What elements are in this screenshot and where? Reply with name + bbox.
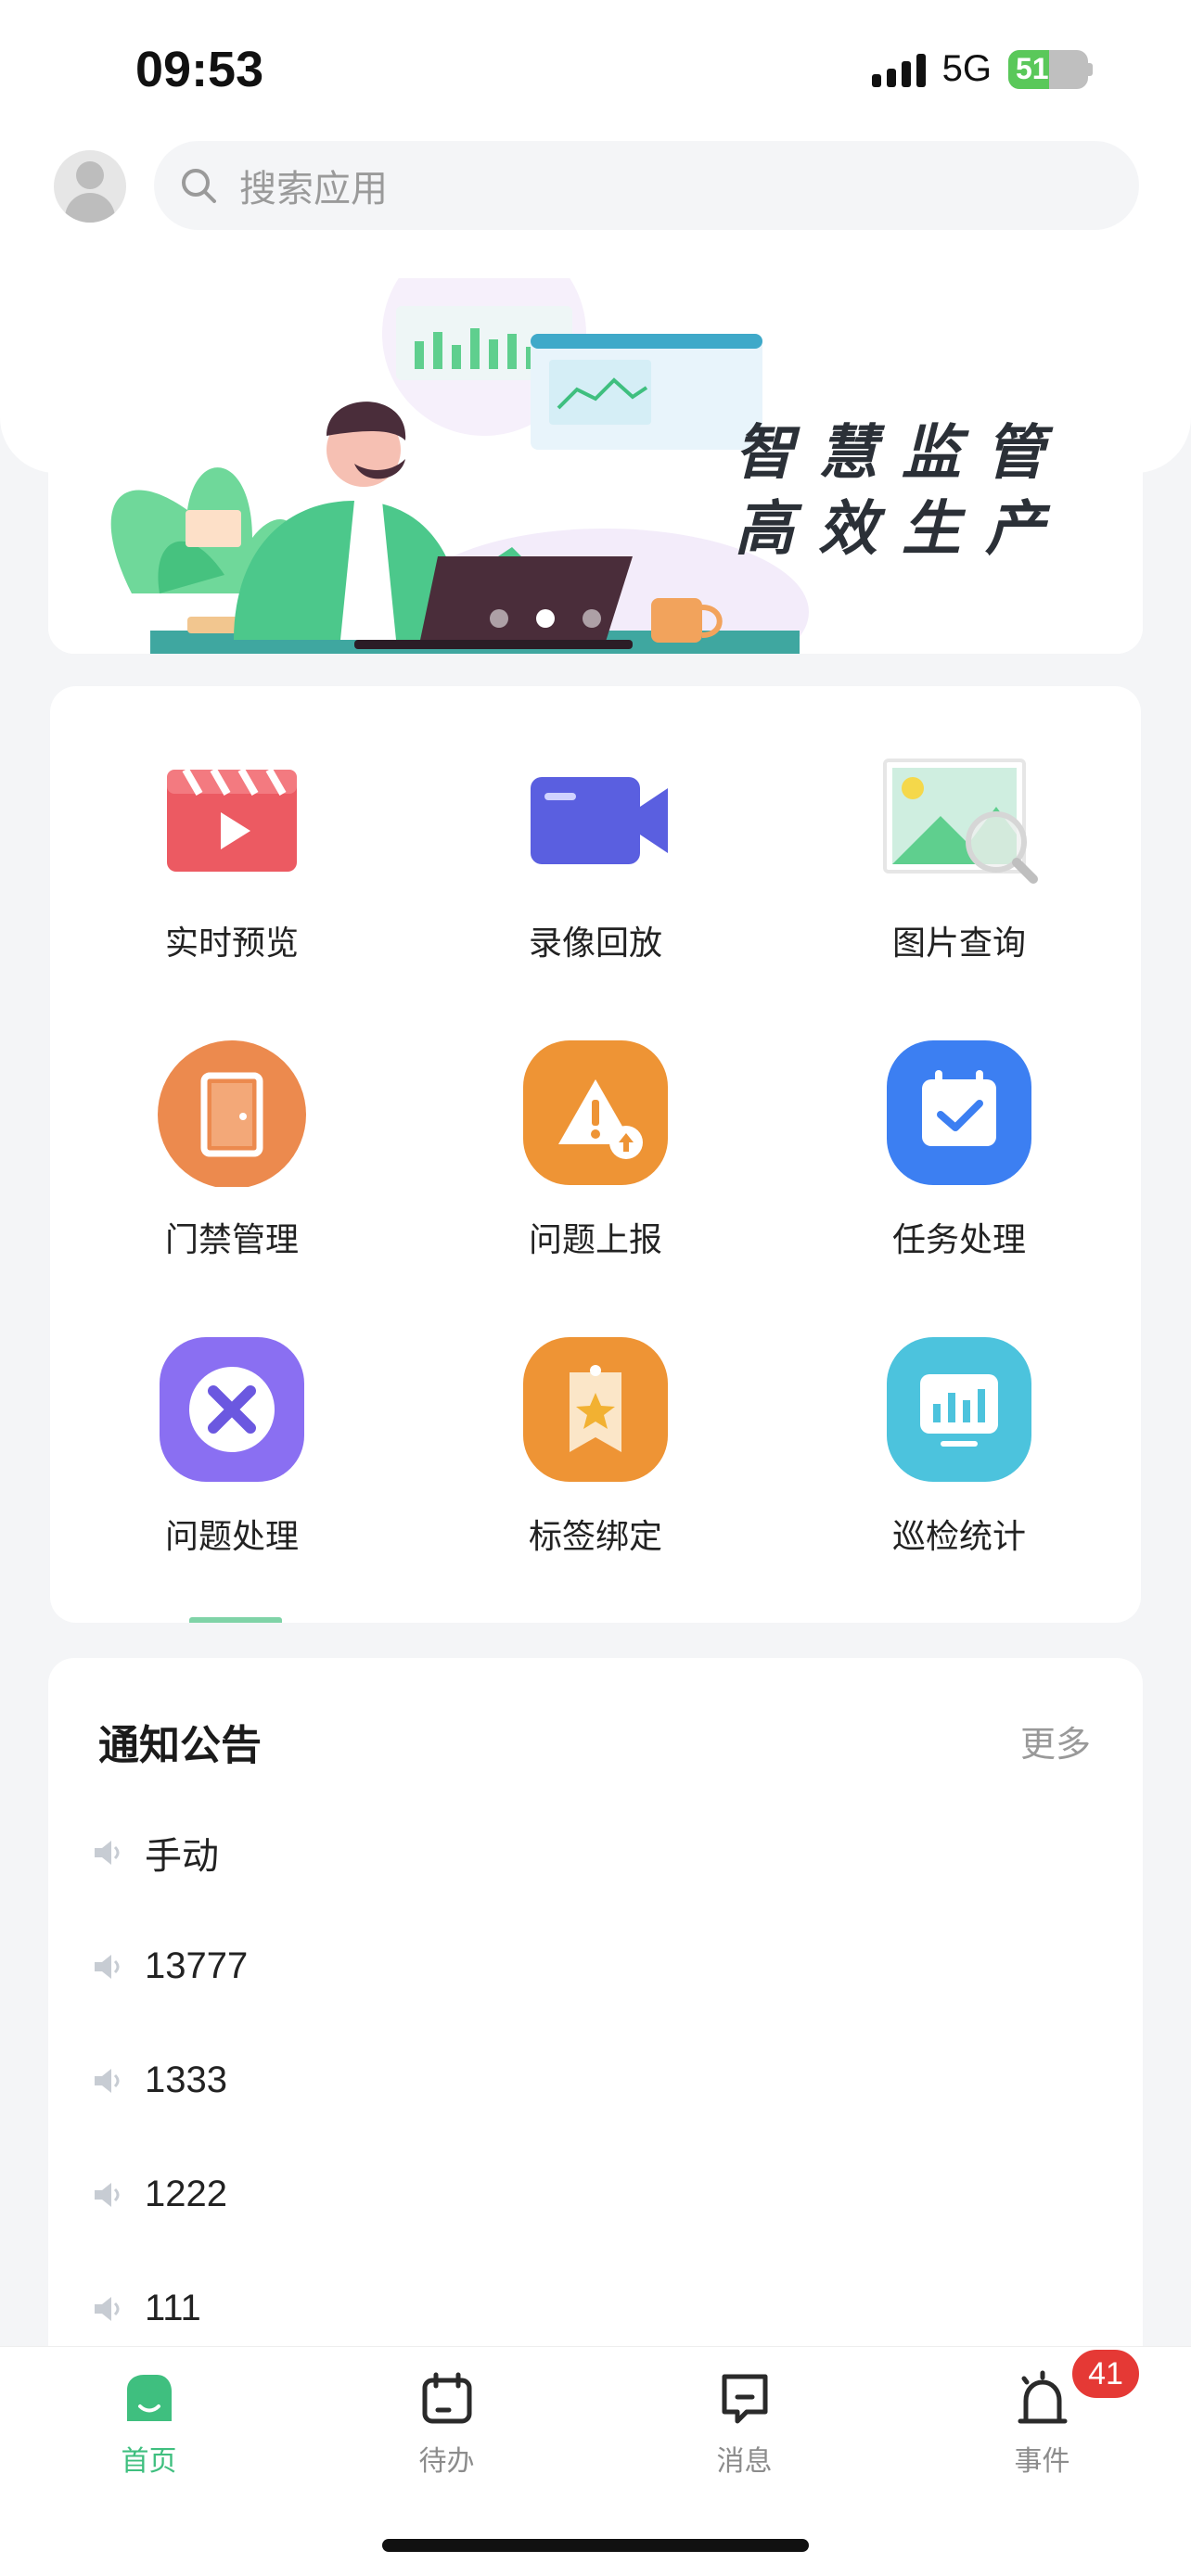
carousel-dot[interactable] — [490, 609, 508, 628]
tab-events[interactable]: 事件 41 — [893, 2347, 1191, 2479]
tag-star-icon — [512, 1335, 679, 1484]
notice-item[interactable]: 手动 — [91, 1795, 1093, 1909]
status-indicators: 5G 51 — [871, 48, 1093, 90]
tab-label: 首页 — [121, 2445, 177, 2478]
app-label: 标签绑定 — [528, 1518, 662, 1556]
app-report-issue[interactable]: 问题上报 — [414, 1039, 777, 1261]
speaker-icon — [95, 1954, 120, 1979]
speaker-icon — [95, 2182, 120, 2207]
tab-todo[interactable]: 待办 — [298, 2347, 596, 2479]
video-clapper-icon — [148, 742, 315, 890]
app-realtime-preview[interactable]: 实时预览 — [50, 742, 414, 964]
tab-label: 消息 — [716, 2445, 773, 2478]
tab-home[interactable]: 首页 — [0, 2347, 298, 2479]
notice-text: 111 — [145, 2288, 201, 2328]
grid-scroll-indicator — [189, 1617, 282, 1623]
tab-label: 待办 — [418, 2445, 475, 2478]
calendar-check-icon — [876, 1039, 1043, 1187]
app-task-handling[interactable]: 任务处理 — [777, 1039, 1141, 1261]
battery-icon: 51 — [1008, 49, 1088, 89]
battery-level: 51 — [1016, 52, 1049, 85]
chart-monitor-icon — [876, 1335, 1043, 1484]
app-label: 图片查询 — [891, 925, 1026, 963]
notice-item[interactable]: 1333 — [91, 2023, 1093, 2137]
search-icon — [182, 169, 216, 203]
banner-slogan-line1: 智慧监管 — [735, 419, 1069, 488]
banner-slogan: 智慧监管 高效生产 — [735, 415, 1069, 567]
door-icon — [148, 1039, 315, 1187]
app-image-query[interactable]: 图片查询 — [777, 742, 1141, 964]
notice-text: 1333 — [145, 2060, 227, 2100]
notice-title: 通知公告 — [98, 1722, 262, 1769]
app-grid: 实时预览 录像回放 图片查询 门禁管理 问题上报 任务处理 问题处理 标签绑定 … — [50, 742, 1141, 1558]
search-input[interactable]: 搜索应用 — [154, 141, 1139, 230]
signal-icon — [871, 52, 926, 87]
carousel-dot-active[interactable] — [536, 609, 555, 628]
app-tag-binding[interactable]: 标签绑定 — [414, 1335, 777, 1558]
video-camera-icon — [512, 742, 679, 890]
speaker-icon — [95, 2068, 120, 2093]
notice-list: 手动 13777 1333 1222 111 — [91, 1795, 1093, 2366]
home-indicator[interactable] — [382, 2539, 809, 2552]
notice-item[interactable]: 13777 — [91, 1909, 1093, 2023]
carousel-dot[interactable] — [583, 609, 601, 628]
tab-messages[interactable]: 消息 — [596, 2347, 893, 2479]
app-label: 录像回放 — [528, 925, 662, 963]
alarm-bell-icon — [1018, 2370, 1067, 2424]
status-time: 09:53 — [135, 42, 264, 97]
status-bar: 09:53 5G 51 — [0, 0, 1191, 139]
warning-upload-icon — [512, 1039, 679, 1187]
app-label: 实时预览 — [164, 925, 299, 963]
tools-icon — [148, 1335, 315, 1484]
speaker-icon — [95, 1840, 120, 1865]
speaker-icon — [95, 2296, 120, 2321]
app-label: 门禁管理 — [164, 1221, 299, 1259]
app-issue-handling[interactable]: 问题处理 — [50, 1335, 414, 1558]
search-placeholder: 搜索应用 — [239, 168, 388, 210]
todo-calendar-icon — [422, 2372, 471, 2424]
notice-item[interactable]: 1222 — [91, 2137, 1093, 2251]
notice-card: 通知公告 更多 手动 13777 1333 1222 111 — [48, 1658, 1143, 2381]
app-label: 任务处理 — [891, 1221, 1026, 1259]
notice-more-link[interactable]: 更多 — [1020, 1715, 1091, 1766]
app-grid-card: 实时预览 录像回放 图片查询 门禁管理 问题上报 任务处理 问题处理 标签绑定 … — [50, 686, 1141, 1623]
app-label: 巡检统计 — [891, 1518, 1026, 1556]
message-icon — [722, 2374, 767, 2424]
notice-text: 手动 — [145, 1835, 219, 1877]
app-access-control[interactable]: 门禁管理 — [50, 1039, 414, 1261]
image-search-icon — [876, 742, 1043, 890]
app-label: 问题上报 — [528, 1221, 662, 1259]
carousel-dots — [490, 609, 601, 628]
app-label: 问题处理 — [164, 1518, 299, 1556]
banner-slogan-line2: 高效生产 — [735, 495, 1069, 564]
app-inspection-stats[interactable]: 巡检统计 — [777, 1335, 1141, 1558]
notice-text: 13777 — [145, 1945, 249, 1986]
events-badge: 41 — [1069, 2347, 1142, 2401]
network-type: 5G — [941, 48, 992, 89]
tab-label: 事件 — [1014, 2445, 1070, 2478]
home-icon — [126, 2375, 172, 2421]
notice-text: 1222 — [145, 2174, 227, 2214]
app-video-playback[interactable]: 录像回放 — [414, 742, 777, 964]
banner-carousel[interactable]: 智慧监管 高效生产 — [48, 278, 1143, 654]
avatar[interactable] — [54, 150, 126, 223]
